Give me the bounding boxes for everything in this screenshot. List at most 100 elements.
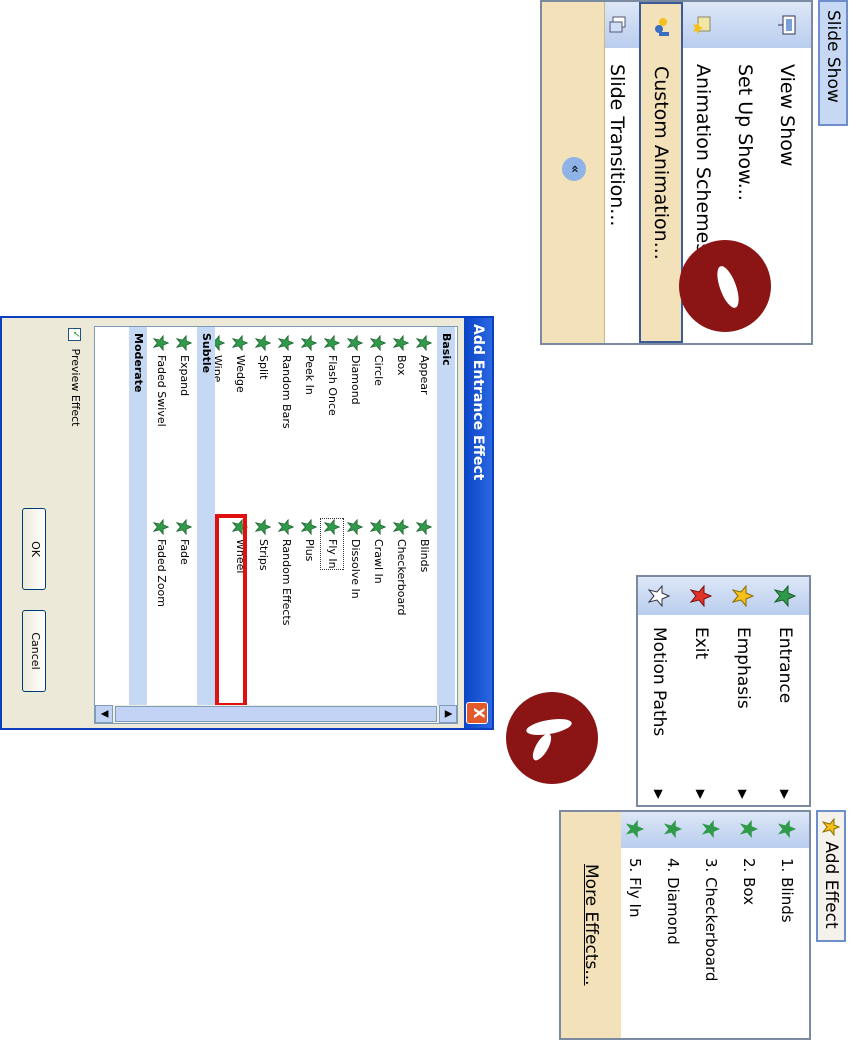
emphasis-star-icon <box>732 585 754 607</box>
effect-label: Fade <box>178 539 191 565</box>
effect-label: Diamond <box>349 355 362 405</box>
effect-item[interactable]: Strips <box>252 519 274 571</box>
scroll-thumb[interactable] <box>115 706 437 722</box>
effect-star-icon <box>393 519 409 535</box>
submenu-item-checkerboard[interactable]: 3. Checkerboard <box>693 812 729 1038</box>
effect-item[interactable]: Split <box>252 335 274 379</box>
effect-item[interactable]: Checkerboard <box>390 519 412 616</box>
effect-item[interactable]: Random Bars <box>275 335 297 429</box>
motion-path-star-icon <box>648 585 670 607</box>
effect-label: Strips <box>257 539 270 571</box>
effect-item[interactable]: Diamond <box>344 335 366 405</box>
effect-star-icon <box>232 335 248 351</box>
submenu-item-label: 3. Checkerboard <box>702 858 720 982</box>
effect-star-icon <box>278 335 294 351</box>
effect-item[interactable]: Crawl In <box>367 519 389 584</box>
effect-item[interactable]: Circle <box>367 335 389 386</box>
entrance-star-icon <box>777 819 797 839</box>
effect-label: Dissolve In <box>349 539 362 599</box>
entrance-item[interactable]: Entrance ▶ <box>765 577 805 805</box>
effect-label: Crawl In <box>372 539 385 584</box>
scroll-down-icon[interactable]: ▼ <box>95 705 113 723</box>
effect-item[interactable]: Appear <box>413 335 435 395</box>
effect-star-icon <box>324 335 340 351</box>
effect-label: Faded Zoom <box>155 539 168 607</box>
exit-item[interactable]: Exit ▶ <box>681 577 721 805</box>
effect-star-icon <box>416 519 432 535</box>
effect-label: Faded Swivel <box>155 355 168 427</box>
preview-effect-label: Preview Effect <box>69 348 82 427</box>
add-effect-button[interactable]: Add Effect ▼ <box>797 810 846 942</box>
custom-animation-label: Custom Animation... <box>650 66 672 260</box>
menu-expand-strip[interactable]: « <box>542 2 605 343</box>
slide-transition-icon <box>609 16 626 33</box>
close-icon[interactable]: X <box>466 702 488 724</box>
animation-schemes-icon <box>693 16 711 34</box>
effect-item[interactable]: Fade <box>173 519 195 565</box>
effect-item[interactable]: Peek In <box>298 335 320 395</box>
effect-label: Box <box>395 355 408 376</box>
effect-item[interactable]: Wedge <box>229 335 251 393</box>
step-badge-2 <box>506 692 598 784</box>
effect-item[interactable]: Dissolve In <box>344 519 366 599</box>
motion-paths-item[interactable]: Motion Paths ▶ <box>639 577 679 805</box>
entrance-star-icon <box>739 819 759 839</box>
submenu-arrow-icon: ▶ <box>778 789 792 799</box>
entrance-submenu: 1. Blinds 2. Box 3. Checkerboard 4. Diam… <box>559 810 811 1040</box>
more-effects-item[interactable]: More Effects... <box>561 812 621 1038</box>
entrance-star-icon <box>663 819 683 839</box>
submenu-item-box[interactable]: 2. Box <box>731 812 767 1038</box>
effect-item[interactable]: Plus <box>298 519 320 561</box>
dialog-title: Add Entrance Effect <box>470 324 486 481</box>
submenu-item-label: 2. Box <box>740 858 758 905</box>
effect-label: Wedge <box>234 355 247 393</box>
effect-label: Random Effects <box>280 539 293 626</box>
cancel-button[interactable]: Cancel <box>22 610 46 692</box>
expand-chevron-icon[interactable]: « <box>562 157 586 181</box>
effect-item[interactable]: Expand <box>173 335 195 396</box>
effect-item[interactable]: Fly In <box>320 516 344 571</box>
fly-in-star-icon <box>625 819 645 839</box>
submenu-item-label: 1. Blinds <box>778 858 796 923</box>
effect-star-icon <box>176 519 192 535</box>
entrance-star-icon <box>774 585 796 607</box>
custom-animation-icon <box>655 18 669 36</box>
slide-show-tab-label: Slide Show <box>823 10 843 103</box>
effect-label: Plus <box>303 539 316 562</box>
slide-show-menu-tab[interactable]: Slide Show <box>818 0 848 126</box>
add-effect-label: Add Effect <box>821 841 841 929</box>
effect-label: Peek In <box>303 355 316 395</box>
effect-star-icon <box>324 519 340 535</box>
submenu-arrow-icon: ▶ <box>652 789 666 799</box>
effect-item[interactable]: Blinds <box>413 519 435 572</box>
submenu-item-label: 4. Diamond <box>664 858 682 945</box>
effect-label: Circle <box>372 355 385 386</box>
entrance-label: Entrance <box>775 627 795 704</box>
custom-animation-item[interactable]: Custom Animation... <box>639 2 683 343</box>
effect-star-icon <box>370 519 386 535</box>
effect-star-icon <box>176 335 192 351</box>
entrance-star-icon <box>701 819 721 839</box>
effect-item[interactable]: Faded Swivel <box>150 335 172 427</box>
step-badge-1 <box>679 240 771 332</box>
view-show-item[interactable]: View Show <box>767 2 807 343</box>
effect-item[interactable]: Box <box>390 335 412 375</box>
effect-label: Fly In <box>326 539 339 569</box>
category-moderate: Moderate <box>129 327 147 705</box>
slide-show-menu: View Show Set Up Show... Animation Schem… <box>540 0 813 345</box>
submenu-item-diamond[interactable]: 4. Diamond <box>655 812 691 1038</box>
effect-label: Blinds <box>418 539 431 573</box>
vertical-scrollbar[interactable]: ▲ ▼ <box>95 705 457 723</box>
scroll-up-icon[interactable]: ▲ <box>439 705 457 723</box>
ok-button[interactable]: OK <box>22 508 46 590</box>
submenu-item-blinds[interactable]: 1. Blinds <box>769 812 805 1038</box>
effect-item[interactable]: Flash Once <box>321 335 343 416</box>
effect-star-icon <box>370 335 386 351</box>
submenu-item-fly-in[interactable]: 5. Fly In <box>617 812 653 1038</box>
emphasis-item[interactable]: Emphasis ▶ <box>723 577 763 805</box>
effect-item[interactable]: Faded Zoom <box>150 519 172 607</box>
preview-effect-checkbox[interactable]: ✓ Preview Effect <box>68 328 82 427</box>
effect-item[interactable]: Random Effects <box>275 519 297 625</box>
checkbox-checked-icon[interactable]: ✓ <box>68 328 82 341</box>
more-effects-label: More Effects... <box>581 864 601 986</box>
